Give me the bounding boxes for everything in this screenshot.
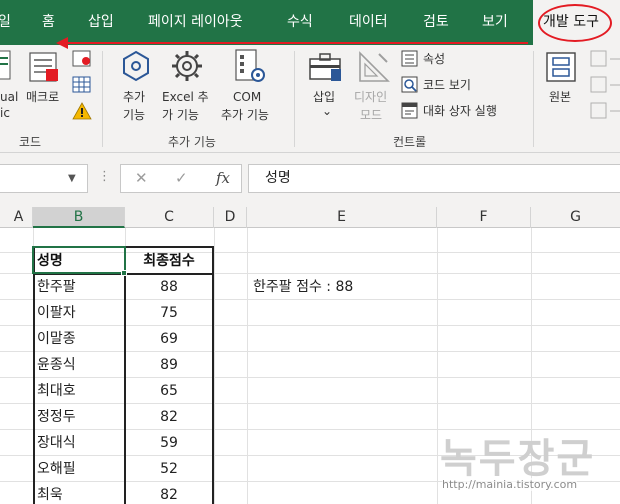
view-code-icon[interactable] xyxy=(401,76,419,98)
visual-basic-label-2: ic xyxy=(0,106,10,120)
watermark: 녹두장군 http://mainia.tistory.com xyxy=(436,426,620,504)
relative-reference-icon[interactable] xyxy=(72,76,92,98)
selected-cell-outline xyxy=(32,246,126,274)
properties-label[interactable]: 속성 xyxy=(423,51,445,67)
run-dialog-label[interactable]: 대화 상자 실행 xyxy=(423,103,497,119)
column-header-g[interactable]: G xyxy=(531,207,620,228)
tab-file[interactable]: 일 xyxy=(0,12,11,32)
name-box-dropdown-icon[interactable]: ▼ xyxy=(68,173,76,184)
tab-data[interactable]: 데이터 xyxy=(349,12,388,32)
watermark-title: 녹두장군 xyxy=(440,436,596,482)
code-group-label: 코드 xyxy=(19,135,42,149)
visual-basic-label-1: ual xyxy=(0,90,19,104)
insert-controls-toolbox-icon[interactable] xyxy=(307,51,345,89)
enter-icon[interactable]: ✓ xyxy=(175,169,188,187)
column-header-c[interactable]: C xyxy=(125,207,214,228)
tab-view[interactable]: 보기 xyxy=(482,12,508,32)
watermark-url: http://mainia.tistory.com xyxy=(442,478,578,491)
tab-home[interactable]: 홈 xyxy=(42,12,55,32)
addins-icon[interactable] xyxy=(118,50,154,88)
tab-insert[interactable]: 삽입 xyxy=(88,12,114,32)
run-dialog-icon[interactable] xyxy=(401,102,419,124)
formula-bar: ▼ ⋮ ✕ ✓ fx 성명 xyxy=(0,153,620,207)
excel-addins-gear-icon[interactable] xyxy=(170,49,204,87)
excel-addins-label-2[interactable]: 가 기능 xyxy=(162,107,199,123)
tab-formulas[interactable]: 수식 xyxy=(287,12,313,32)
tab-page-layout[interactable]: 페이지 레이아웃 xyxy=(148,12,243,32)
properties-icon[interactable] xyxy=(401,50,419,72)
macro-label[interactable]: 매크로 xyxy=(26,89,59,105)
xml-source-icon[interactable] xyxy=(545,51,579,89)
record-macro-icon[interactable] xyxy=(72,50,92,72)
group-separator xyxy=(533,51,534,147)
view-code-label[interactable]: 코드 보기 xyxy=(423,77,471,93)
macro-security-icon[interactable] xyxy=(72,102,92,124)
cancel-icon[interactable]: ✕ xyxy=(135,169,148,187)
column-header-row: A B C D E F G xyxy=(0,207,620,228)
addins-label-1[interactable]: 추가 xyxy=(123,89,145,105)
com-addins-label-2[interactable]: 추가 기능 xyxy=(221,107,269,123)
table-column-divider xyxy=(124,246,126,504)
controls-group-label: 컨트롤 xyxy=(393,135,427,149)
ribbon: ual ic 매크로 코드 추가 기능 Excel 추 가 기능 COM 추가 … xyxy=(0,45,620,153)
visual-basic-icon[interactable] xyxy=(0,49,16,87)
com-addins-label-1[interactable]: COM xyxy=(233,89,261,105)
annotation-arrow-head xyxy=(56,37,68,49)
xml-source-label[interactable]: 원본 xyxy=(549,89,571,105)
column-header-e[interactable]: E xyxy=(247,207,437,228)
annotation-circle xyxy=(538,4,612,42)
insert-function-icon[interactable]: fx xyxy=(216,169,230,187)
name-box[interactable]: ▼ xyxy=(0,164,88,193)
com-addins-icon[interactable] xyxy=(234,49,268,89)
formula-buttons: ✕ ✓ fx xyxy=(120,164,242,193)
column-header-f[interactable]: F xyxy=(437,207,531,228)
formula-bar-resize-handle[interactable]: ⋮ xyxy=(98,169,111,184)
result-note-cell[interactable]: 한주팔 점수 : 88 xyxy=(253,275,353,300)
annotation-arrow-line xyxy=(62,42,528,44)
menu-bar: 일 홈 삽입 페이지 레이아웃 수식 데이터 검토 보기 개발 도구 xyxy=(0,0,620,45)
chevron-down-icon[interactable]: ⌄ xyxy=(322,103,332,119)
excel-addins-label-1[interactable]: Excel 추 xyxy=(162,89,209,105)
design-mode-label-1[interactable]: 디자인 xyxy=(354,89,387,105)
design-mode-icon[interactable] xyxy=(357,50,391,88)
group-separator xyxy=(294,51,295,147)
addins-label-2[interactable]: 기능 xyxy=(123,107,145,123)
design-mode-label-2[interactable]: 모드 xyxy=(360,107,382,123)
group-separator xyxy=(102,51,103,147)
macro-icon[interactable] xyxy=(28,51,62,89)
column-header-a[interactable]: A xyxy=(5,207,33,228)
column-header-b[interactable]: B xyxy=(33,207,125,228)
xml-map-properties-icon[interactable] xyxy=(590,50,620,124)
addins-group-label: 추가 기능 xyxy=(168,135,216,149)
column-header-d[interactable]: D xyxy=(214,207,247,228)
tab-review[interactable]: 검토 xyxy=(423,12,449,32)
formula-input[interactable]: 성명 xyxy=(248,164,620,193)
fill-handle[interactable] xyxy=(121,270,127,276)
